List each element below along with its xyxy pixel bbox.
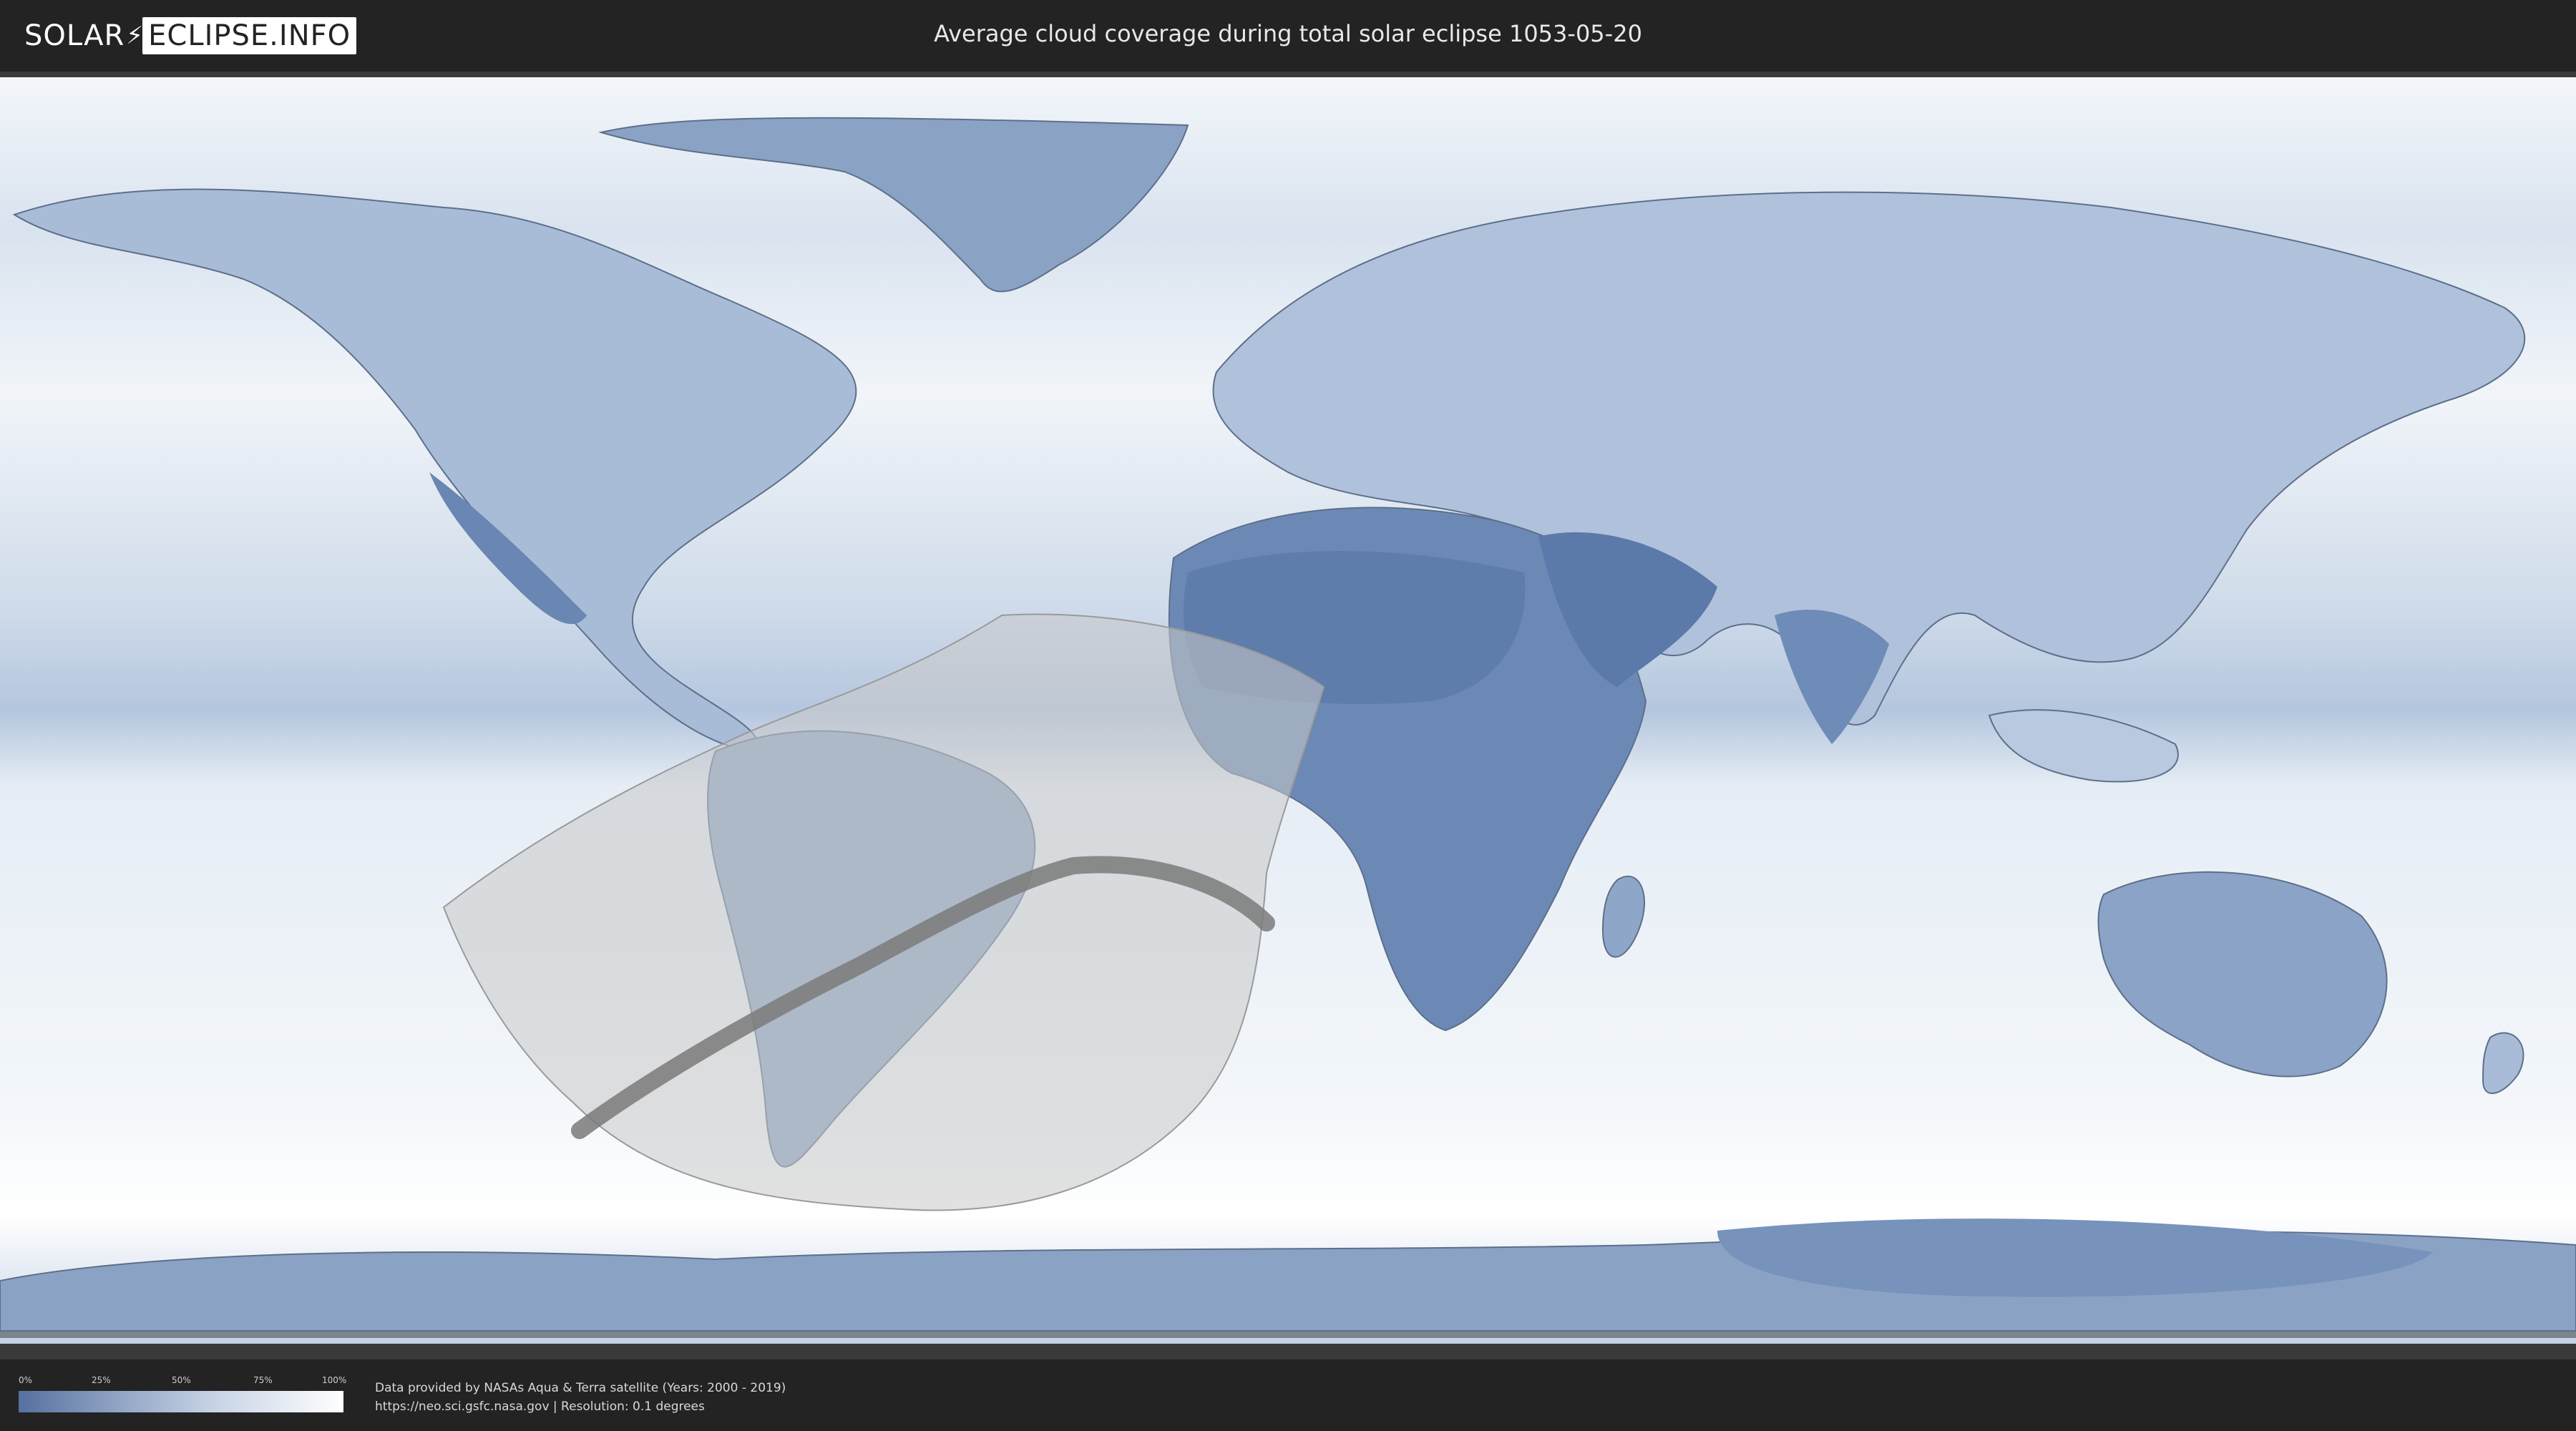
data-source-link[interactable]: https://neo.sci.gsfc.nasa.gov | Resoluti… <box>375 1400 705 1414</box>
legend-tick-75: 75% <box>253 1375 273 1385</box>
world-map <box>0 77 2576 1344</box>
data-credit: Data provided by NASAs Aqua & Terra sate… <box>375 1381 786 1395</box>
page-title: Average cloud coverage during total sola… <box>934 20 1642 47</box>
legend-tick-0: 0% <box>19 1375 33 1385</box>
footer-bar: 0% 25% 50% 75% 100% Data provided by NAS… <box>0 1359 2576 1431</box>
cloud-coverage-legend-bar <box>19 1391 343 1412</box>
map-view[interactable] <box>0 72 2576 1359</box>
legend-tick-25: 25% <box>92 1375 111 1385</box>
legend-tick-50: 50% <box>172 1375 191 1385</box>
legend-tick-100: 100% <box>322 1375 347 1385</box>
header-bar: SOLAR ⚡ ECLIPSE.INFO Average cloud cover… <box>0 0 2576 72</box>
